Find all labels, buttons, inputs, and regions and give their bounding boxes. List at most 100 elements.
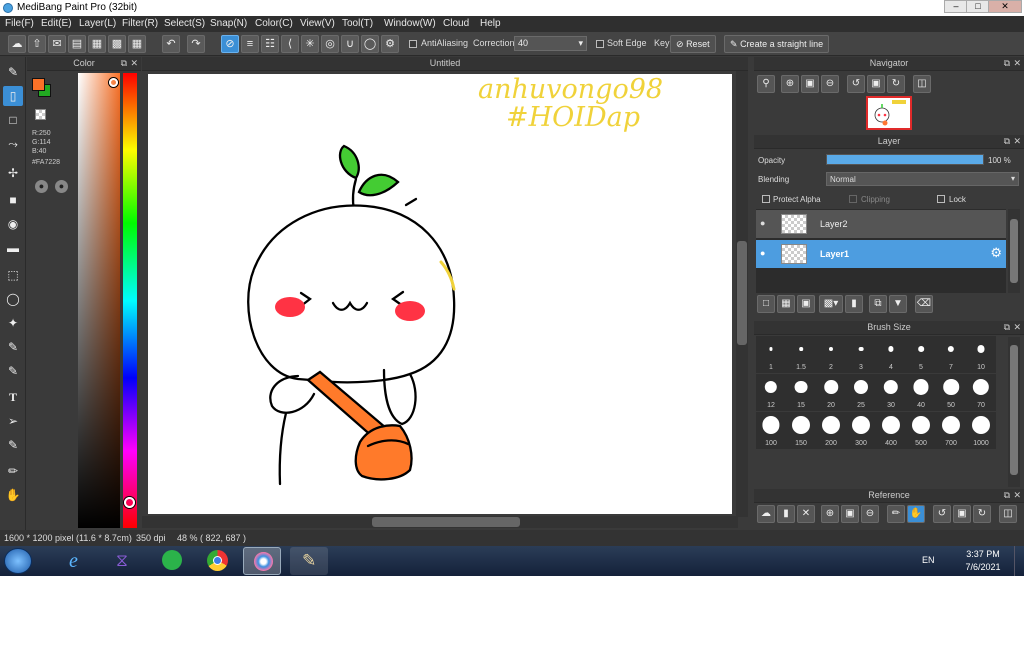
brush-size-option[interactable]: 2: [816, 336, 846, 373]
flip-icon[interactable]: ◫: [913, 75, 931, 93]
layer-row-selected[interactable]: ● Layer1 ⚙: [756, 240, 1006, 268]
select-eraser-icon[interactable]: ✎: [3, 361, 23, 381]
zoom-out-icon[interactable]: ⊖: [861, 505, 879, 523]
soft-edge-checkbox[interactable]: [596, 40, 604, 48]
saturation-value-field[interactable]: [78, 73, 120, 528]
brush-size-option[interactable]: 15: [786, 374, 816, 411]
eye-icon[interactable]: ●: [760, 248, 765, 258]
page-icon[interactable]: ▦: [88, 35, 106, 53]
close-icon[interactable]: ✕: [1013, 57, 1021, 70]
vertical-scroll-thumb[interactable]: [737, 241, 747, 345]
fill-rect-tool-icon[interactable]: ■: [3, 190, 23, 210]
navigator-preview[interactable]: [866, 96, 912, 130]
minimize-button[interactable]: –: [944, 0, 968, 13]
menu-layer[interactable]: Layer(L): [79, 18, 116, 29]
brush-size-option[interactable]: 50: [936, 374, 966, 411]
zoom-search-icon[interactable]: ⚲: [757, 75, 775, 93]
zoom-out-icon[interactable]: ⊖: [821, 75, 839, 93]
close-icon[interactable]: ✕: [1013, 321, 1021, 334]
language-indicator[interactable]: EN: [922, 555, 935, 565]
palette-icon[interactable]: ●: [35, 180, 48, 193]
brush-size-option[interactable]: 5: [906, 336, 936, 373]
open-folder-icon[interactable]: ▮: [777, 505, 795, 523]
lock-checkbox[interactable]: [937, 195, 945, 203]
folder-icon[interactable]: ▮: [845, 295, 863, 313]
upload-icon[interactable]: ⇧: [28, 35, 46, 53]
straight-line-button[interactable]: ✎ Create a straight line: [724, 35, 830, 53]
canvas-tab[interactable]: Untitled: [142, 57, 748, 71]
menu-select[interactable]: Select(S): [164, 18, 205, 29]
palette-add-icon[interactable]: ●: [55, 180, 68, 193]
brush-size-option[interactable]: 25: [846, 374, 876, 411]
menu-file[interactable]: File(F): [5, 18, 34, 29]
rotate-right-icon[interactable]: ↻: [887, 75, 905, 93]
brush-size-scrollbar[interactable]: [1008, 337, 1020, 487]
menu-edit[interactable]: Edit(E): [41, 18, 72, 29]
undo-icon[interactable]: ↶: [162, 35, 180, 53]
brush-size-option[interactable]: 300: [846, 412, 876, 449]
comment-icon[interactable]: ✉: [48, 35, 66, 53]
divide-tool-icon[interactable]: ✎: [3, 435, 23, 455]
new-layer-icon[interactable]: □: [757, 295, 775, 313]
close-icon[interactable]: ✕: [1013, 135, 1021, 148]
cloud-upload-icon[interactable]: ☁: [757, 505, 775, 523]
delete-layer-icon[interactable]: ⌫: [915, 295, 933, 313]
brush-size-option[interactable]: 20: [816, 374, 846, 411]
close-icon[interactable]: ✕: [1013, 489, 1021, 502]
eyedropper-icon[interactable]: ✏: [3, 461, 23, 481]
undock-icon[interactable]: ⧉: [121, 57, 127, 70]
close-button[interactable]: ✕: [988, 0, 1022, 13]
chrome-icon[interactable]: [198, 547, 236, 575]
eyedropper-icon[interactable]: ✏: [887, 505, 905, 523]
drawing-canvas[interactable]: anhuvongo98 #HOIDap: [148, 74, 732, 514]
add-layer-dropdown-icon[interactable]: ▩▾: [819, 295, 843, 313]
layer-settings-gear-icon[interactable]: ⚙: [990, 245, 1002, 261]
brush-size-option[interactable]: 40: [906, 374, 936, 411]
menu-filter[interactable]: Filter(R): [122, 18, 158, 29]
snap-circle-icon[interactable]: ◎: [321, 35, 339, 53]
vertical-scrollbar[interactable]: [736, 71, 748, 517]
rotate-left-icon[interactable]: ↺: [933, 505, 951, 523]
lasso-icon[interactable]: ◯: [3, 289, 23, 309]
gradient-tool-icon[interactable]: ▬: [3, 238, 23, 258]
brush-size-option[interactable]: 500: [906, 412, 936, 449]
menu-tool[interactable]: Tool(T): [342, 18, 373, 29]
paint-taskbar-button[interactable]: ✎: [290, 547, 328, 575]
show-desktop-button[interactable]: [1014, 546, 1024, 576]
fit-screen-icon[interactable]: ▣: [953, 505, 971, 523]
menu-cloud[interactable]: Cloud: [443, 18, 469, 29]
layer-scroll-thumb[interactable]: [1010, 219, 1018, 283]
snap-radial-icon[interactable]: ✳: [301, 35, 319, 53]
merge-down-icon[interactable]: ▼: [889, 295, 907, 313]
undock-icon[interactable]: ⧉: [1004, 489, 1010, 502]
snap-parallel-icon[interactable]: ≡: [241, 35, 259, 53]
eye-icon[interactable]: ●: [760, 218, 765, 228]
move-tool-icon[interactable]: ✢: [3, 163, 23, 183]
redo-icon[interactable]: ↷: [187, 35, 205, 53]
hue-slider[interactable]: [123, 73, 137, 528]
fit-screen-icon[interactable]: ▣: [867, 75, 885, 93]
text-tool-icon[interactable]: T: [3, 387, 23, 407]
flip-icon[interactable]: ◫: [999, 505, 1017, 523]
layer-row[interactable]: ● Layer2: [756, 210, 1006, 238]
transparent-color-swatch[interactable]: [35, 109, 46, 120]
new-halftone-layer-icon[interactable]: ▦: [777, 295, 795, 313]
grid-icon[interactable]: ▦: [128, 35, 146, 53]
undock-icon[interactable]: ⧉: [1004, 321, 1010, 334]
brush-size-option[interactable]: 30: [876, 374, 906, 411]
duplicate-layer-icon[interactable]: ⧉: [869, 295, 887, 313]
layer-scrollbar[interactable]: [1008, 209, 1020, 293]
select-pen-icon[interactable]: ✎: [3, 337, 23, 357]
antialiasing-checkbox[interactable]: [409, 40, 417, 48]
material-icon[interactable]: ▩: [108, 35, 126, 53]
snap-off-icon[interactable]: ⊘: [221, 35, 239, 53]
correction-select[interactable]: 40 ▾: [514, 36, 587, 51]
select-tool-icon[interactable]: ⤳: [3, 134, 23, 154]
rotate-left-icon[interactable]: ↺: [847, 75, 865, 93]
brush-size-option[interactable]: 7: [936, 336, 966, 373]
snap-vanishing-icon[interactable]: ⟨: [281, 35, 299, 53]
brush-size-option[interactable]: 1000: [966, 412, 996, 449]
start-button[interactable]: [4, 548, 32, 574]
rect-select-icon[interactable]: ⬚: [3, 265, 23, 285]
opacity-slider[interactable]: [826, 154, 984, 165]
